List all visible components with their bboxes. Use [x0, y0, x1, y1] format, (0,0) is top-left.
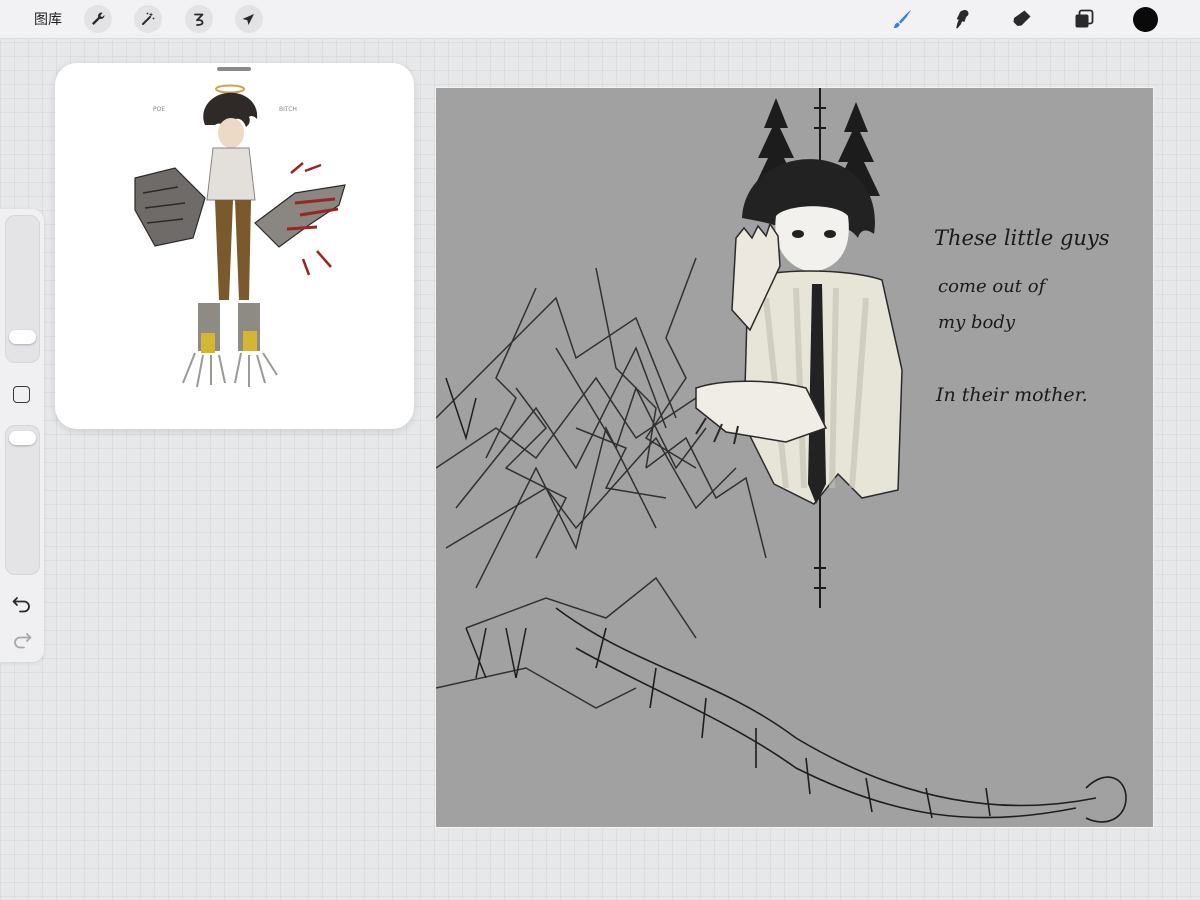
selection-button[interactable] [185, 5, 213, 33]
brush-icon [893, 10, 911, 29]
eraser-button[interactable] [1008, 5, 1036, 33]
undo-icon[interactable] [11, 592, 33, 614]
top-toolbar: 图库 [0, 0, 1200, 39]
caption-line-1: These little guys [934, 226, 1110, 250]
brush-size-slider[interactable] [5, 215, 40, 363]
color-picker-button[interactable] [1133, 7, 1158, 32]
adjustments-button[interactable] [134, 5, 162, 33]
left-sidebar [0, 209, 44, 662]
reference-image: POE BITCH [134, 84, 346, 388]
caption-line-4: In their mother. [936, 384, 1088, 406]
eraser-icon [1013, 10, 1031, 26]
modify-button[interactable] [13, 386, 30, 403]
layers-button[interactable] [1070, 5, 1098, 33]
layers-icon [1075, 9, 1094, 28]
brush-button[interactable] [888, 5, 916, 33]
reference-label-right: BITCH [279, 106, 297, 113]
brush-size-thumb[interactable] [9, 330, 36, 344]
drawing-canvas[interactable]: These little guys come out of my body In… [435, 87, 1154, 828]
caption-line-2: come out of [938, 276, 1046, 297]
smudge-icon [956, 10, 969, 29]
reference-label-left: POE [153, 106, 165, 113]
reference-window[interactable]: POE BITCH [55, 63, 414, 429]
transform-button[interactable] [235, 5, 263, 33]
magic-wand-icon [142, 12, 155, 25]
canvas-drawing [436, 88, 1127, 823]
actions-button[interactable] [84, 5, 112, 33]
redo-icon[interactable] [11, 628, 33, 650]
gallery-button[interactable]: 图库 [34, 9, 62, 29]
opacity-thumb[interactable] [9, 431, 36, 445]
caption-line-3: my body [938, 312, 1016, 333]
opacity-slider[interactable] [5, 425, 40, 575]
selection-icon [194, 13, 204, 26]
smudge-button[interactable] [948, 5, 976, 33]
wrench-icon [92, 12, 105, 25]
transform-arrow-icon [242, 14, 254, 25]
